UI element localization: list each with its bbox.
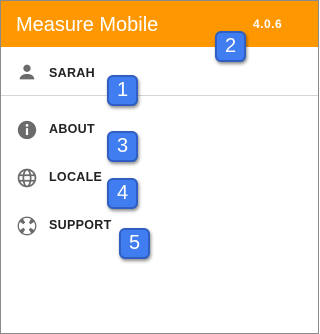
divider	[1, 95, 318, 96]
lifebuoy-icon	[16, 215, 38, 237]
menu-item-support[interactable]: SUPPORT	[1, 206, 318, 246]
menu-item-label: LOCALE	[49, 170, 103, 184]
person-icon	[16, 61, 38, 83]
annotation-badge-4: 4	[107, 178, 138, 209]
menu-item-label: SUPPORT	[49, 218, 112, 232]
menu-item-user[interactable]: SARAH	[1, 52, 318, 92]
menu-item-about[interactable]: ABOUT	[1, 110, 318, 150]
app-header: Measure Mobile 4.0.6	[1, 1, 318, 47]
annotation-badge-1: 1	[107, 75, 138, 106]
globe-icon	[16, 167, 38, 189]
menu-item-label: SARAH	[49, 66, 95, 80]
annotation-badge-5: 5	[119, 228, 150, 259]
app-title: Measure Mobile	[16, 14, 159, 36]
menu-item-locale[interactable]: LOCALE	[1, 158, 318, 198]
annotation-badge-3: 3	[107, 131, 138, 162]
info-icon	[16, 119, 38, 141]
menu-item-label: ABOUT	[49, 122, 95, 136]
version-label: 4.0.6	[253, 17, 283, 31]
annotation-badge-2: 2	[215, 31, 246, 62]
